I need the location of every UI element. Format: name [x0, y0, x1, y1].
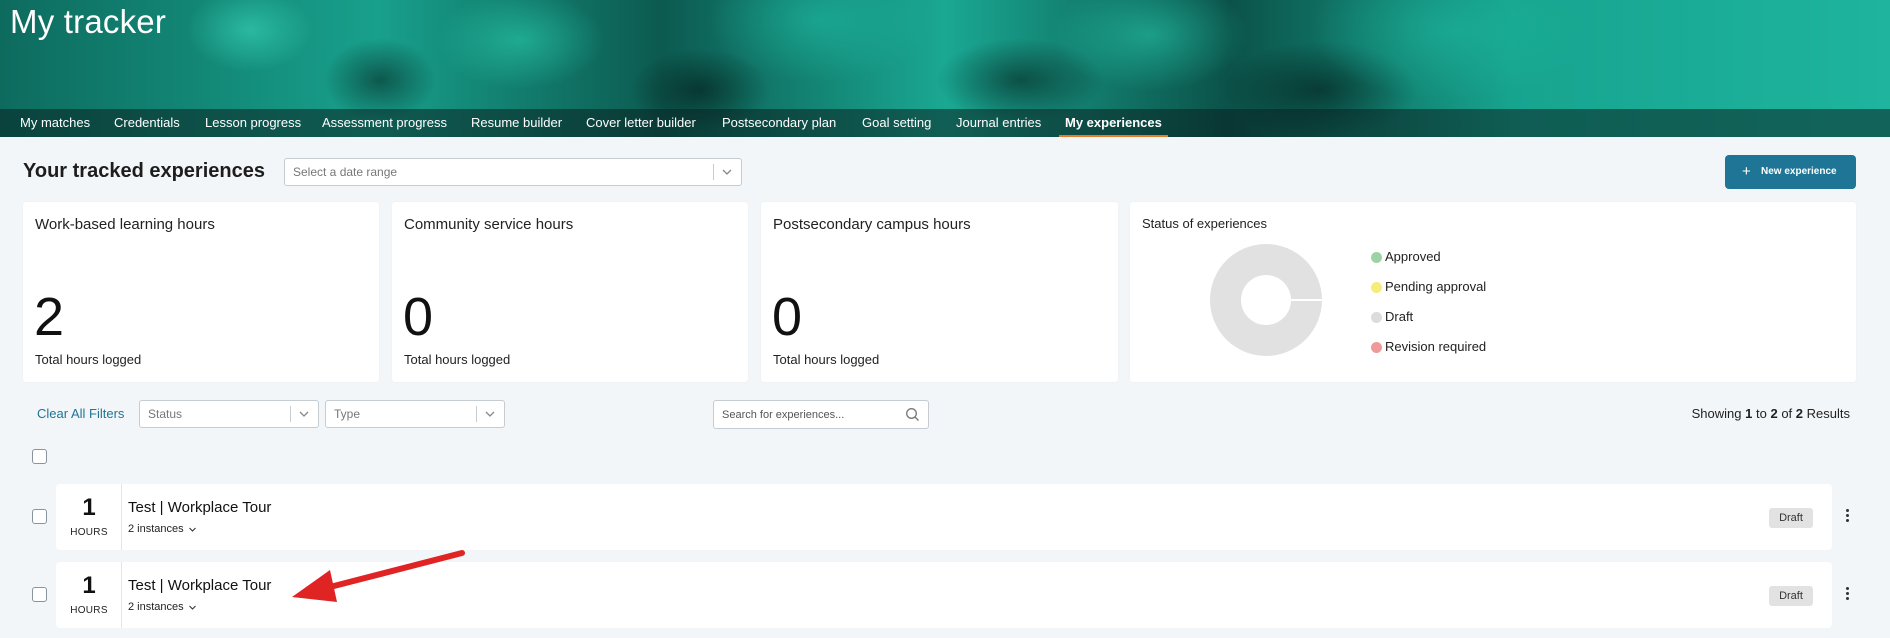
- stat-title: Postsecondary campus hours: [773, 216, 971, 233]
- search-experiences-box[interactable]: [713, 400, 929, 429]
- status-badge: Draft: [1769, 508, 1813, 528]
- stat-value: 0: [403, 287, 434, 347]
- legend-label: Approved: [1385, 249, 1441, 264]
- page-banner: My tracker My matches Credentials Lesson…: [0, 0, 1890, 137]
- stat-card-community-service: Community service hours 0 Total hours lo…: [392, 202, 748, 382]
- tab-cover-letter-builder[interactable]: Cover letter builder: [586, 109, 696, 137]
- legend-dot-draft: [1371, 312, 1382, 323]
- stat-title: Work-based learning hours: [35, 216, 215, 233]
- legend-label: Pending approval: [1385, 279, 1487, 294]
- tab-my-matches[interactable]: My matches: [20, 109, 90, 137]
- legend-pending: Pending approval: [1371, 279, 1487, 294]
- status-card: Status of experiences Approved Pending a…: [1130, 202, 1856, 382]
- hours-value: 1: [82, 572, 96, 599]
- status-filter-placeholder: Status: [148, 407, 183, 421]
- hours-box: 1 HOURS: [56, 484, 122, 550]
- select-divider: [713, 164, 714, 180]
- more-options-icon[interactable]: [1842, 586, 1852, 604]
- tab-credentials[interactable]: Credentials: [114, 109, 180, 137]
- hours-value: 1: [82, 494, 96, 521]
- search-icon[interactable]: [905, 407, 920, 422]
- tab-bar: My matches Credentials Lesson progress A…: [0, 109, 1890, 137]
- row-checkbox[interactable]: [32, 587, 47, 602]
- chevron-down-icon: [299, 411, 309, 417]
- legend-dot-pending: [1371, 282, 1382, 293]
- legend-dot-revision: [1371, 342, 1382, 353]
- tab-assessment-progress[interactable]: Assessment progress: [322, 109, 447, 137]
- date-range-placeholder: Select a date range: [293, 165, 398, 179]
- search-input[interactable]: [722, 406, 892, 423]
- more-options-icon[interactable]: [1842, 508, 1852, 526]
- status-badge: Draft: [1769, 586, 1813, 606]
- hours-label: HOURS: [70, 527, 108, 538]
- select-all-checkbox[interactable]: [32, 449, 47, 464]
- experience-row[interactable]: 1 HOURS Test | Workplace Tour 2 instance…: [56, 562, 1832, 628]
- chevron-down-icon: [485, 411, 495, 417]
- clear-all-filters-link[interactable]: Clear All Filters: [37, 406, 124, 421]
- new-experience-button[interactable]: + New experience: [1725, 155, 1856, 189]
- stat-value: 2: [34, 287, 65, 347]
- experience-row[interactable]: 1 HOURS Test | Workplace Tour 2 instance…: [56, 484, 1832, 550]
- page-title: My tracker: [10, 3, 167, 40]
- experience-title[interactable]: Test | Workplace Tour: [128, 577, 271, 594]
- status-card-title: Status of experiences: [1142, 216, 1268, 231]
- results-count: Showing 1 to 2 of 2 Results: [1691, 406, 1850, 421]
- chevron-down-icon: [188, 527, 196, 532]
- chevron-down-icon: [722, 169, 732, 175]
- legend-draft: Draft: [1371, 309, 1414, 324]
- tab-goal-setting[interactable]: Goal setting: [862, 109, 931, 137]
- row-checkbox[interactable]: [32, 509, 47, 524]
- tab-postsecondary-plan[interactable]: Postsecondary plan: [722, 109, 836, 137]
- date-range-select[interactable]: Select a date range: [284, 158, 742, 186]
- donut-gap: [1266, 299, 1322, 301]
- tab-journal-entries[interactable]: Journal entries: [956, 109, 1041, 137]
- select-divider: [290, 406, 291, 422]
- stat-card-work-based: Work-based learning hours 2 Total hours …: [23, 202, 379, 382]
- select-divider: [476, 406, 477, 422]
- experience-title[interactable]: Test | Workplace Tour: [128, 499, 271, 516]
- instances-toggle[interactable]: 2 instances: [128, 601, 197, 613]
- legend-revision: Revision required: [1371, 339, 1487, 354]
- legend-approved: Approved: [1371, 249, 1441, 264]
- section-title: Your tracked experiences: [23, 160, 265, 182]
- stat-value: 0: [772, 287, 803, 347]
- tab-lesson-progress[interactable]: Lesson progress: [205, 109, 301, 137]
- hours-box: 1 HOURS: [56, 562, 122, 628]
- new-experience-label: New experience: [1761, 166, 1837, 177]
- plus-icon: +: [1742, 163, 1751, 180]
- chevron-down-icon: [188, 605, 196, 610]
- type-filter-placeholder: Type: [334, 407, 361, 421]
- stat-card-postsecondary-campus: Postsecondary campus hours 0 Total hours…: [761, 202, 1118, 382]
- legend-dot-approved: [1371, 252, 1382, 263]
- type-filter-select[interactable]: Type: [325, 400, 505, 428]
- status-filter-select[interactable]: Status: [139, 400, 319, 428]
- instances-toggle[interactable]: 2 instances: [128, 523, 197, 535]
- legend-label: Draft: [1385, 309, 1414, 324]
- stat-caption: Total hours logged: [404, 352, 511, 367]
- tab-resume-builder[interactable]: Resume builder: [471, 109, 562, 137]
- stat-title: Community service hours: [404, 216, 574, 233]
- stat-caption: Total hours logged: [35, 352, 142, 367]
- hours-label: HOURS: [70, 605, 108, 616]
- stat-caption: Total hours logged: [773, 352, 880, 367]
- tab-my-experiences[interactable]: My experiences: [1059, 109, 1168, 137]
- legend-label: Revision required: [1385, 339, 1487, 354]
